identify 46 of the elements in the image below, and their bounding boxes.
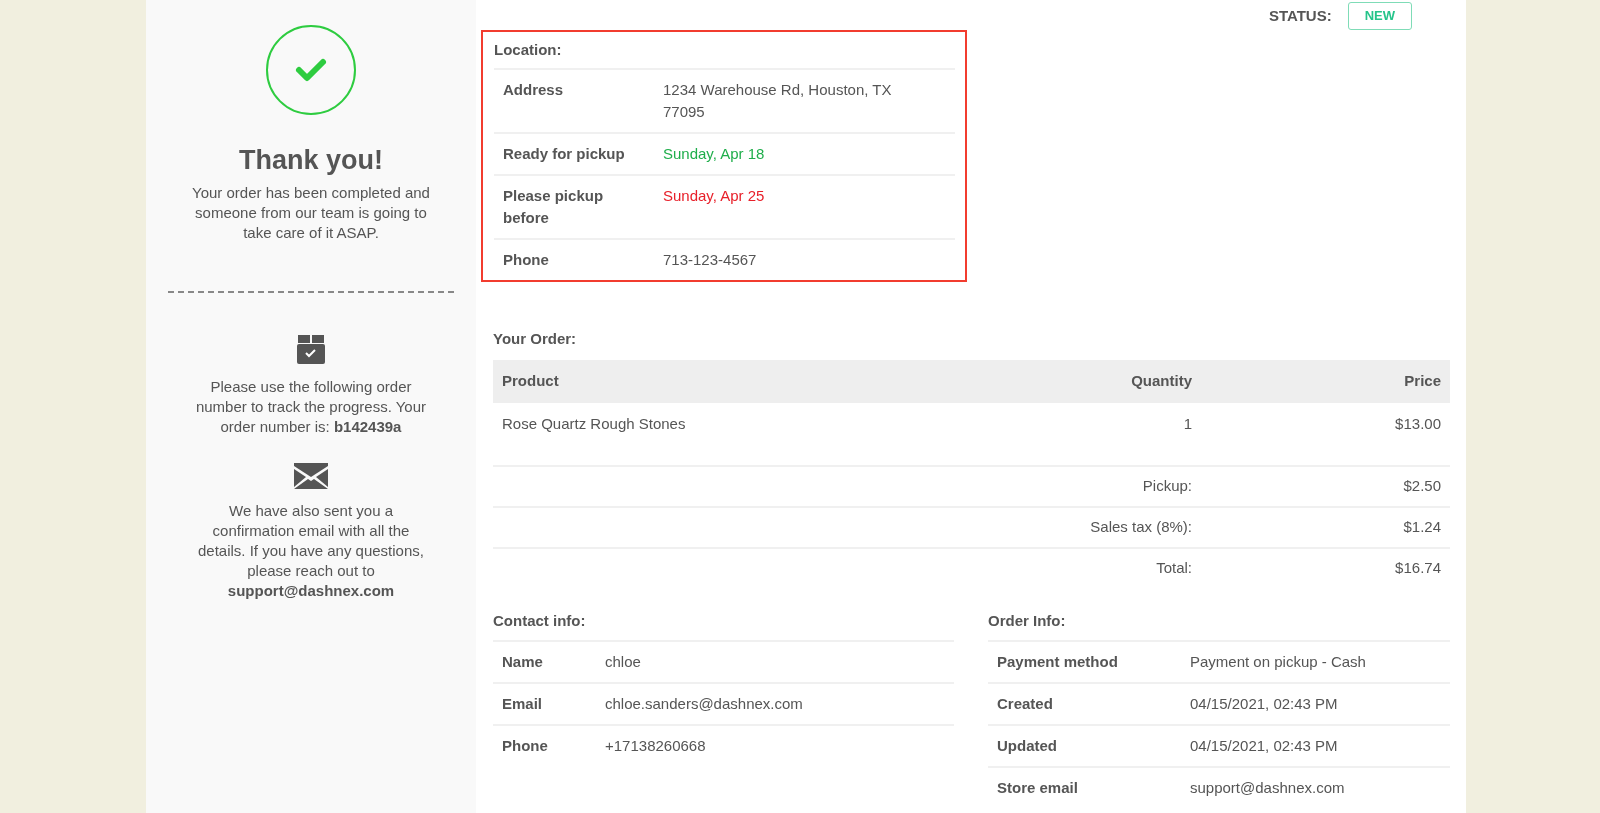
total-label: Total: xyxy=(1155,558,1192,579)
row-value: Sunday, Apr 18 xyxy=(663,144,766,164)
table-cell-text: 1 xyxy=(1182,414,1192,434)
column-header: Quantity xyxy=(1130,371,1192,392)
row-label: Store email xyxy=(997,778,1079,798)
confirmation-email-text: We have also sent you a confirmation email with all the details. If you have any questions, please reach out to support@dashnex.com xyxy=(197,501,425,601)
location-title: Location: xyxy=(494,40,563,60)
row-label: Email xyxy=(502,694,544,714)
order-title: Your Order: xyxy=(493,329,578,349)
row-value: 04/15/2021, 02:43 PM xyxy=(1190,736,1338,756)
row-label: Phone xyxy=(503,250,550,270)
row-value: chloe xyxy=(605,652,641,672)
row-label: Please pickup before xyxy=(503,186,605,228)
row-value: Payment on pickup - Cash xyxy=(1190,652,1366,672)
row-label: Name xyxy=(502,652,544,672)
envelope-icon xyxy=(294,463,328,489)
row-label: Ready for pickup xyxy=(503,144,626,164)
contact-title: Contact info: xyxy=(493,611,587,631)
total-value: $2.50 xyxy=(1402,476,1441,497)
row-value: support@dashnex.com xyxy=(1190,778,1345,798)
row-value: +17138260668 xyxy=(605,736,706,756)
table-cell-text: Rose Quartz Rough Stones xyxy=(502,414,687,434)
total-value: $16.74 xyxy=(1394,558,1441,579)
row-label: Updated xyxy=(997,736,1058,756)
thank-you-title: Thank you! xyxy=(239,144,383,177)
column-header: Price xyxy=(1403,371,1441,392)
total-label: Pickup: xyxy=(1141,476,1192,497)
row-value: 713-123-4567 xyxy=(663,250,758,270)
row-label: Address xyxy=(503,80,565,100)
table-cell-text: $13.00 xyxy=(1394,414,1441,434)
status-badge: NEW xyxy=(1347,2,1412,30)
row-label: Phone xyxy=(502,736,549,756)
row-label: Created xyxy=(997,694,1054,714)
order-info-title: Order Info: xyxy=(988,611,1067,631)
row-value: 1234 Warehouse Rd, Houston, TX 77095 xyxy=(663,80,893,122)
total-label: Sales tax (8%): xyxy=(1089,517,1192,538)
completion-message: Your order has been completed and someone from our team is going to take care of it ASAP. xyxy=(191,183,431,243)
row-value: Sunday, Apr 25 xyxy=(663,186,766,206)
total-value: $1.24 xyxy=(1402,517,1441,538)
row-value: 04/15/2021, 02:43 PM xyxy=(1190,694,1338,714)
row-label: Payment method xyxy=(997,652,1119,672)
check-circle-icon xyxy=(266,25,356,115)
column-header: Product xyxy=(502,371,560,392)
status-label: STATUS: xyxy=(1268,5,1332,26)
row-value: chloe.sanders@dashnex.com xyxy=(605,694,803,714)
order-number-text: Please use the following order number to track the progress. Your order number is: b142439a xyxy=(194,377,428,437)
